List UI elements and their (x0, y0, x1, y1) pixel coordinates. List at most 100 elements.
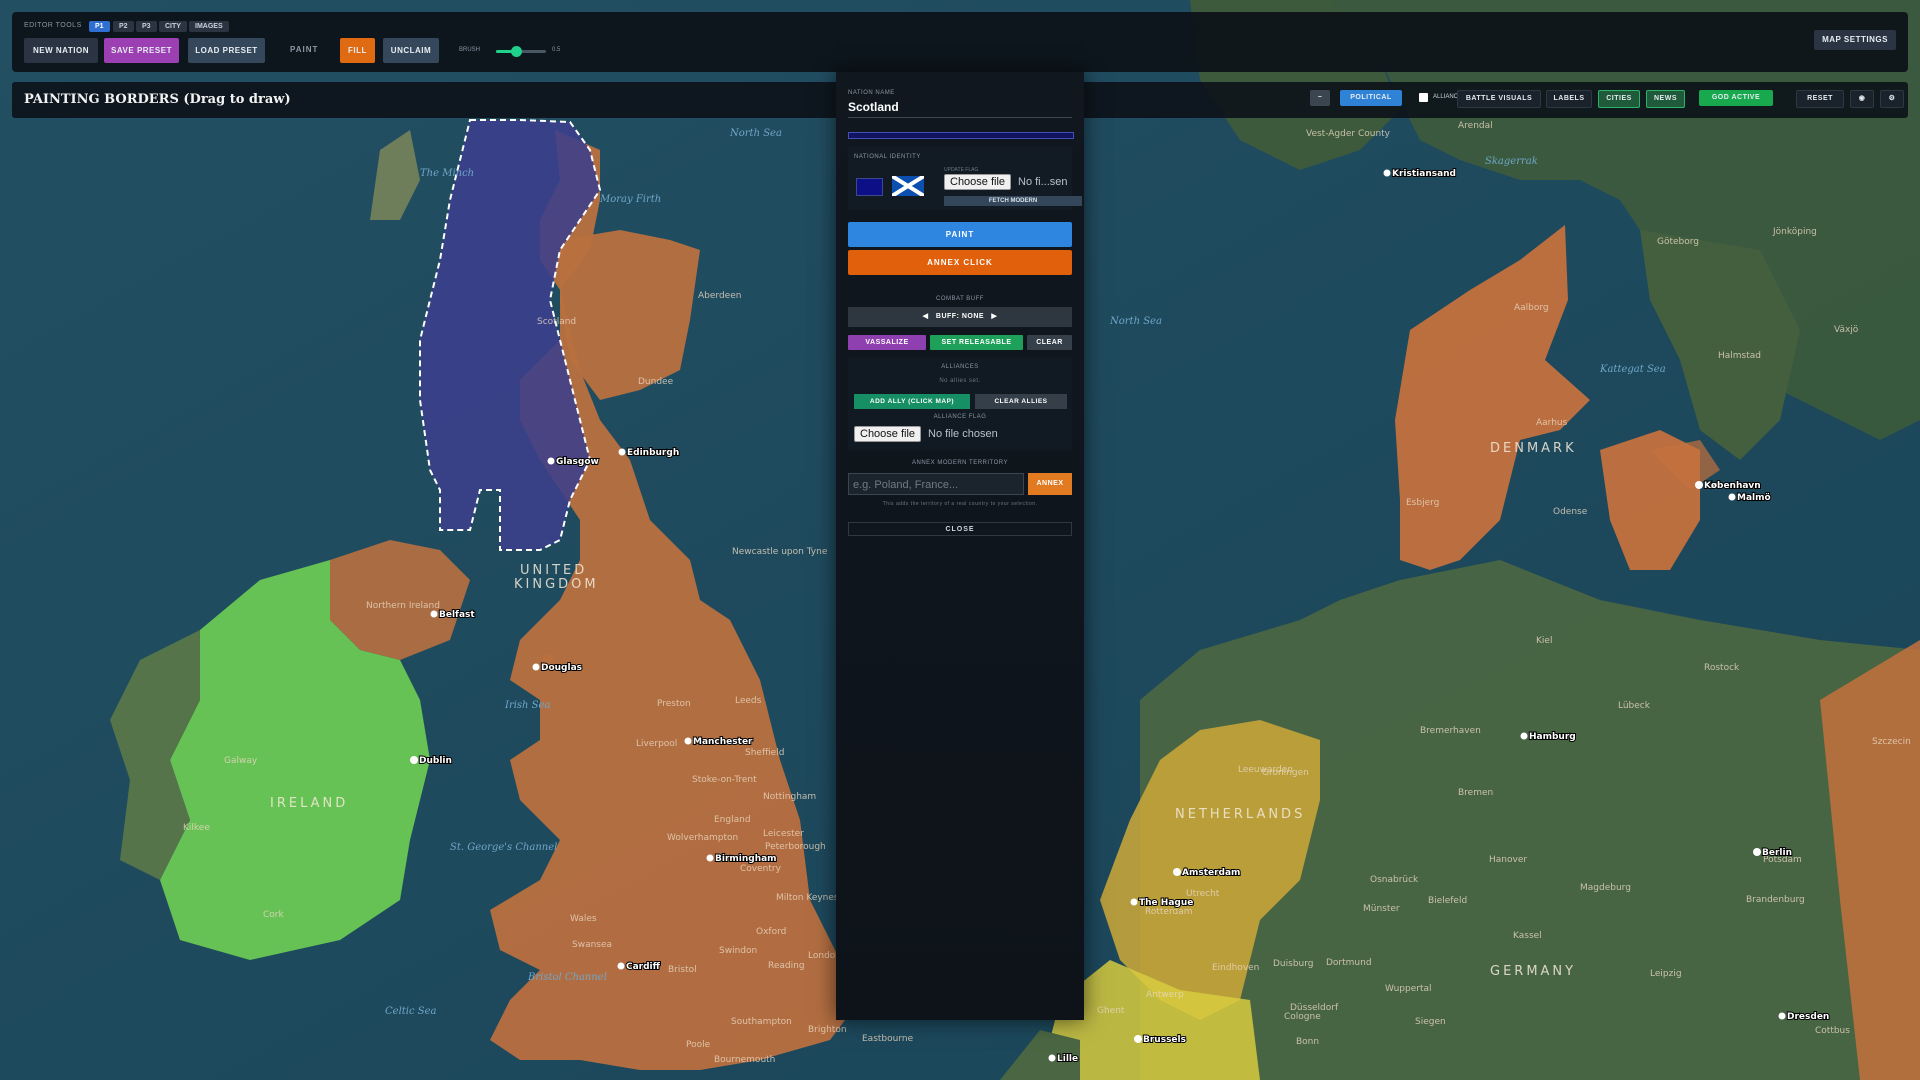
annex-note: This adds the territory of a real countr… (882, 501, 1038, 507)
place-label: Liverpool (636, 739, 677, 749)
place-label: Galway (224, 756, 258, 766)
nation-panel: NATION NAME Scotland NATIONAL IDENTITY U… (836, 72, 1084, 1020)
brush-label: BRUSH (459, 47, 481, 53)
tab-images[interactable]: IMAGES (189, 21, 229, 32)
place-label: Reading (768, 961, 805, 971)
fill-mode-button[interactable]: FILL (340, 38, 375, 63)
water-label: Skagerrak (1485, 156, 1538, 167)
vassalize-button[interactable]: VASSALIZE (848, 335, 926, 350)
set-releasable-button[interactable]: SET RELEASABLE (930, 335, 1023, 350)
nation-name-input[interactable]: Scotland (848, 100, 899, 114)
add-ally-button[interactable]: ADD ALLY (CLICK MAP) (854, 394, 970, 409)
load-preset-button[interactable]: LOAD PRESET (188, 38, 265, 63)
reset-button[interactable]: RESET (1796, 90, 1844, 108)
alliance-flag-file-button[interactable]: Choose file (854, 426, 922, 442)
brush-slider-thumb[interactable] (511, 46, 522, 57)
place-label: Cologne (1284, 1012, 1321, 1022)
collapse-button[interactable]: − (1310, 90, 1330, 106)
country-label-ireland: IRELAND (270, 796, 348, 811)
place-label: Siegen (1415, 1017, 1446, 1027)
nation-color-bar[interactable] (848, 132, 1074, 139)
alliance-checkbox[interactable] (1419, 93, 1428, 102)
place-label: Duisburg (1273, 959, 1314, 969)
brush-size-slider[interactable] (496, 46, 546, 57)
annex-country-input[interactable]: e.g. Poland, France... (848, 473, 1024, 495)
cities-button[interactable]: CITIES (1598, 90, 1640, 108)
national-identity-label: NATIONAL IDENTITY (854, 154, 921, 160)
place-label: Aberdeen (698, 291, 741, 301)
news-button[interactable]: NEWS (1646, 90, 1685, 108)
place-label: Southampton (731, 1017, 792, 1027)
unclaim-mode-button[interactable]: UNCLAIM (383, 38, 439, 63)
labels-button[interactable]: LABELS (1546, 90, 1592, 108)
place-label: Leeuwarden (1238, 765, 1293, 775)
save-preset-button[interactable]: SAVE PRESET (104, 38, 179, 63)
place-label: Arendal (1458, 121, 1493, 131)
clear-allies-button[interactable]: CLEAR ALLIES (975, 394, 1067, 409)
city-marker-manchester[interactable]: Manchester (684, 736, 754, 748)
place-label: Esbjerg (1406, 498, 1439, 508)
water-label: Moray Firth (599, 194, 661, 205)
city-marker-amsterdam[interactable]: Amsterdam (1173, 867, 1241, 879)
chevron-left-icon[interactable]: ◀ (923, 313, 929, 320)
fetch-modern-button[interactable]: FETCH MODERN (944, 196, 1082, 206)
place-label: Coventry (740, 864, 782, 874)
city-marker-hamburg[interactable]: Hamburg (1520, 731, 1577, 743)
place-label: Northern Ireland (366, 601, 440, 611)
paint-button[interactable]: PAINT (848, 222, 1072, 247)
place-label: Dortmund (1326, 958, 1372, 968)
place-label: Stoke-on-Trent (692, 775, 757, 785)
water-label: North Sea (1109, 316, 1162, 327)
place-label: Poole (686, 1040, 711, 1050)
country-label-denmark: DENMARK (1490, 441, 1577, 456)
place-label: Jönköping (1772, 227, 1817, 237)
water-label: North Sea (729, 128, 782, 139)
combat-buff-selector[interactable]: ◀ BUFF: NONE ▶ (848, 307, 1072, 327)
tab-p1[interactable]: P1 (89, 21, 110, 32)
place-label: England (714, 815, 751, 825)
brush-value: 0.5 (552, 47, 561, 53)
paint-mode-button[interactable]: PAINT (290, 45, 318, 54)
svg-text:Douglas: Douglas (541, 663, 582, 673)
city-marker-birmingham[interactable]: Birmingham (706, 853, 778, 865)
political-view-button[interactable]: POLITICAL (1340, 90, 1402, 106)
place-label: Wales (570, 914, 597, 924)
svg-text:Edinburgh: Edinburgh (627, 448, 679, 458)
city-marker-glasgow[interactable]: Glasgow (547, 456, 600, 468)
new-nation-button[interactable]: NEW NATION (24, 38, 98, 63)
close-button[interactable]: CLOSE (848, 522, 1072, 536)
country-label-netherlands: NETHERLANDS (1175, 807, 1305, 822)
city-marker-the-hague[interactable]: The Hague (1130, 897, 1194, 909)
svg-text:Amsterdam: Amsterdam (1182, 868, 1240, 878)
update-flag-label: UPDATE FLAG (944, 167, 979, 173)
tab-p2[interactable]: P2 (113, 21, 134, 32)
place-label: Växjö (1834, 325, 1859, 335)
place-label: Halmstad (1718, 351, 1761, 361)
svg-text:Malmö: Malmö (1737, 493, 1771, 503)
place-label: Leipzig (1650, 969, 1682, 979)
chevron-right-icon[interactable]: ▶ (991, 313, 997, 320)
nation-color-swatch[interactable] (856, 178, 883, 196)
tab-p3[interactable]: P3 (136, 21, 157, 32)
god-active-button[interactable]: GOD ACTIVE (1699, 90, 1773, 106)
map-settings-button[interactable]: MAP SETTINGS (1814, 30, 1896, 50)
city-marker-edinburgh[interactable]: Edinburgh (618, 447, 680, 459)
clear-button[interactable]: CLEAR (1027, 335, 1072, 350)
svg-text:Dublin: Dublin (419, 756, 452, 766)
place-label: Oxford (756, 927, 786, 937)
place-label: Brighton (808, 1025, 847, 1035)
city-marker-kristiansand[interactable]: Kristiansand (1383, 168, 1457, 180)
gear-icon[interactable]: ⚙ (1880, 90, 1904, 108)
eye-icon[interactable]: ◉ (1850, 90, 1874, 108)
flag-file-button[interactable]: Choose file (944, 174, 1012, 190)
annex-button[interactable]: ANNEX (1028, 473, 1072, 495)
no-allies-text: No allies set. (939, 378, 981, 384)
svg-text:Berlin: Berlin (1762, 848, 1792, 858)
tab-city[interactable]: CITY (159, 21, 187, 32)
editor-tools-caption: EDITOR TOOLS (24, 22, 82, 29)
place-label: Rostock (1704, 663, 1740, 673)
city-marker-kobenhavn[interactable]: København (1695, 480, 1762, 492)
battle-visuals-button[interactable]: BATTLE VISUALS (1457, 90, 1541, 108)
city-marker-dresden[interactable]: Dresden (1778, 1011, 1830, 1023)
annex-click-button[interactable]: ANNEX CLICK (848, 250, 1072, 275)
